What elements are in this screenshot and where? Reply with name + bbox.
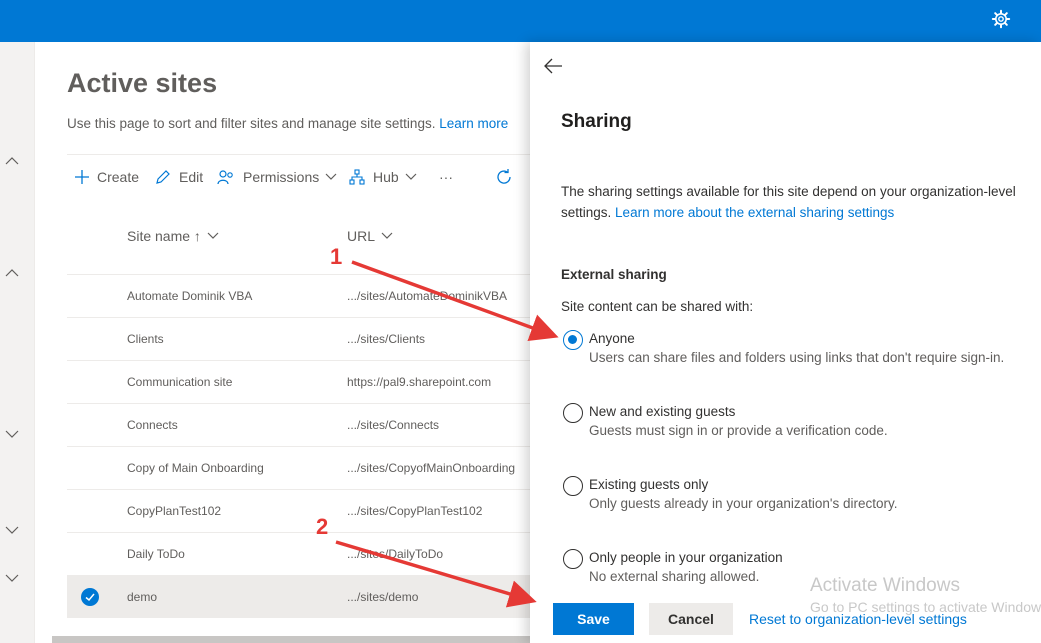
page-description: Use this page to sort and filter sites a… bbox=[67, 116, 508, 131]
radio-new-and-existing-guests[interactable] bbox=[563, 403, 583, 423]
watermark-title: Activate Windows bbox=[810, 575, 960, 596]
chevron-down-icon bbox=[405, 173, 417, 180]
chevron-up-icon[interactable] bbox=[5, 156, 19, 166]
site-url-cell: .../sites/Clients bbox=[347, 332, 426, 346]
horizontal-scrollbar[interactable] bbox=[52, 636, 530, 643]
sharing-panel: Sharing The sharing settings available f… bbox=[530, 42, 1041, 643]
chevron-down-icon[interactable] bbox=[5, 573, 19, 583]
save-button[interactable]: Save bbox=[553, 603, 634, 635]
table-row[interactable]: Automate Dominik VBA .../sites/AutomateD… bbox=[67, 274, 537, 317]
external-sharing-heading: External sharing bbox=[561, 267, 667, 282]
column-header-site-name[interactable]: Site name ↑ bbox=[127, 228, 219, 244]
site-url-cell: .../sites/CopyPlanTest102 bbox=[347, 504, 483, 518]
table-row[interactable]: Clients .../sites/Clients bbox=[67, 317, 537, 360]
site-url-cell: .../sites/DailyToDo bbox=[347, 547, 444, 561]
radio-anyone[interactable] bbox=[563, 330, 583, 350]
site-name-cell: Daily ToDo bbox=[127, 547, 185, 561]
chevron-down-icon bbox=[381, 232, 393, 239]
site-name-header-label: Site name ↑ bbox=[127, 228, 201, 244]
site-url-cell: https://pal9.sharepoint.com bbox=[347, 375, 492, 389]
chevron-up-icon[interactable] bbox=[5, 268, 19, 278]
site-name-cell: Automate Dominik VBA bbox=[127, 289, 253, 303]
permissions-label: Permissions bbox=[243, 169, 320, 185]
table-row[interactable]: Daily ToDo .../sites/DailyToDo bbox=[67, 532, 537, 575]
chevron-down-icon[interactable] bbox=[5, 525, 19, 535]
left-nav-rail bbox=[0, 42, 35, 643]
column-header-url[interactable]: URL bbox=[347, 228, 393, 244]
url-header-label: URL bbox=[347, 228, 376, 244]
option-description: Users can share files and folders using … bbox=[589, 350, 1005, 365]
edit-button[interactable]: Edit bbox=[155, 167, 203, 187]
create-button[interactable]: Create bbox=[75, 167, 139, 187]
site-url-cell: .../sites/Connects bbox=[347, 418, 440, 432]
learn-more-link[interactable]: Learn more bbox=[439, 116, 508, 131]
refresh-button[interactable] bbox=[495, 167, 521, 187]
site-name-cell: Clients bbox=[127, 332, 164, 346]
panel-description: The sharing settings available for this … bbox=[561, 181, 1041, 223]
people-icon bbox=[217, 170, 233, 185]
edit-label: Edit bbox=[179, 169, 204, 185]
site-url-cell: .../sites/AutomateDominikVBA bbox=[347, 289, 508, 303]
refresh-icon bbox=[497, 169, 511, 184]
option-existing-guests-only[interactable]: Existing guests only Only guests already… bbox=[563, 476, 1033, 516]
permissions-button[interactable]: Permissions bbox=[217, 167, 345, 187]
radio-existing-guests-only[interactable] bbox=[563, 476, 583, 496]
site-name-cell: Copy of Main Onboarding bbox=[127, 461, 264, 475]
external-sharing-learn-more-link[interactable]: Learn more about the external sharing se… bbox=[615, 205, 894, 220]
plus-icon bbox=[75, 170, 89, 184]
command-bar: Create Edit Permissions Hub ··· bbox=[67, 154, 537, 196]
option-new-and-existing-guests[interactable]: New and existing guests Guests must sign… bbox=[563, 403, 1033, 443]
chevron-down-icon bbox=[325, 173, 337, 180]
active-sites-page: Active sites Use this page to sort and f… bbox=[35, 42, 537, 643]
hub-label: Hub bbox=[373, 169, 399, 185]
annotation-number-1: 1 bbox=[330, 244, 343, 269]
panel-title: Sharing bbox=[561, 111, 632, 132]
hub-button[interactable]: Hub bbox=[349, 167, 425, 187]
site-url-cell: .../sites/demo bbox=[347, 590, 419, 604]
pencil-icon bbox=[156, 170, 170, 184]
hub-icon bbox=[349, 169, 365, 185]
table-row[interactable]: Communication site https://pal9.sharepoi… bbox=[67, 360, 537, 403]
activate-windows-watermark: Activate Windows Go to PC settings to ac… bbox=[810, 575, 1041, 615]
more-options-label: ··· bbox=[439, 169, 453, 185]
top-bar bbox=[0, 0, 1041, 42]
create-label: Create bbox=[97, 169, 140, 185]
table-row[interactable]: CopyPlanTest102 .../sites/CopyPlanTest10… bbox=[67, 489, 537, 532]
site-name-cell: demo bbox=[127, 590, 158, 604]
row-checkmark-icon[interactable] bbox=[81, 588, 99, 606]
option-label: Only people in your organization bbox=[589, 550, 783, 565]
chevron-down-icon[interactable] bbox=[5, 429, 19, 439]
option-anyone[interactable]: Anyone Users can share files and folders… bbox=[563, 330, 1033, 370]
option-label: Anyone bbox=[589, 331, 635, 346]
option-description: Guests must sign in or provide a verific… bbox=[589, 423, 888, 438]
site-url-cell: .../sites/CopyofMainOnboarding bbox=[347, 461, 516, 475]
table-row[interactable]: Copy of Main Onboarding .../sites/Copyof… bbox=[67, 446, 537, 489]
option-label: Existing guests only bbox=[589, 477, 709, 492]
back-arrow-icon[interactable] bbox=[542, 56, 564, 76]
table-row[interactable]: Connects .../sites/Connects bbox=[67, 403, 537, 446]
page-title: Active sites bbox=[67, 68, 218, 98]
radio-only-people-in-organization[interactable] bbox=[563, 549, 583, 569]
site-name-cell: CopyPlanTest102 bbox=[127, 504, 222, 518]
gear-icon[interactable] bbox=[991, 9, 1011, 29]
annotation-number-2: 2 bbox=[316, 514, 329, 539]
cancel-button[interactable]: Cancel bbox=[649, 603, 733, 635]
table-row-selected[interactable]: demo .../sites/demo bbox=[67, 575, 537, 618]
option-label: New and existing guests bbox=[589, 404, 736, 419]
sites-table: Automate Dominik VBA .../sites/AutomateD… bbox=[67, 274, 537, 618]
option-description: Only guests already in your organization… bbox=[589, 496, 898, 511]
share-with-label: Site content can be shared with: bbox=[561, 299, 754, 314]
more-options-button[interactable]: ··· bbox=[439, 167, 453, 187]
page-description-text: Use this page to sort and filter sites a… bbox=[67, 116, 436, 131]
chevron-down-icon bbox=[207, 232, 219, 239]
watermark-subtitle: Go to PC settings to activate Windows. bbox=[810, 599, 1041, 615]
option-description: No external sharing allowed. bbox=[589, 569, 760, 584]
site-name-cell: Connects bbox=[127, 418, 178, 432]
site-name-cell: Communication site bbox=[127, 375, 233, 389]
